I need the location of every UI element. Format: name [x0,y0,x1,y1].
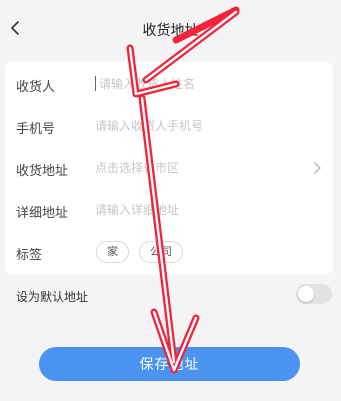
phone-input[interactable] [95,115,310,137]
region-row[interactable]: 收货地址 [5,147,333,190]
phone-label: 手机号 [16,122,56,137]
tags-row: 标签 家 公司 [5,231,333,274]
recipient-row: 收货人 [5,63,333,106]
tag-company[interactable]: 公司 [139,241,183,263]
text-cursor [95,76,96,91]
detail-address-input[interactable] [95,199,310,221]
detail-label: 详细地址 [16,206,69,221]
tags-label: 标签 [16,248,43,263]
detail-row: 详细地址 [5,189,333,232]
phone-row: 手机号 [5,105,333,148]
header: 收货地址 [0,0,341,58]
default-address-label: 设为默认地址 [16,290,89,304]
chevron-right-icon [314,162,321,174]
address-form: 收货人 手机号 收货地址 详细地址 标签 家 公司 [5,61,333,275]
region-selector[interactable] [95,157,310,179]
region-label: 收货地址 [16,164,69,179]
save-address-button[interactable]: 保存地址 [39,347,300,381]
default-address-row: 设为默认地址 [0,281,341,311]
page-title: 收货地址 [142,23,199,39]
recipient-input[interactable] [99,73,314,95]
recipient-label: 收货人 [16,80,56,95]
default-address-toggle[interactable] [296,284,332,304]
toggle-knob [298,286,314,302]
tag-home[interactable]: 家 [96,241,129,263]
